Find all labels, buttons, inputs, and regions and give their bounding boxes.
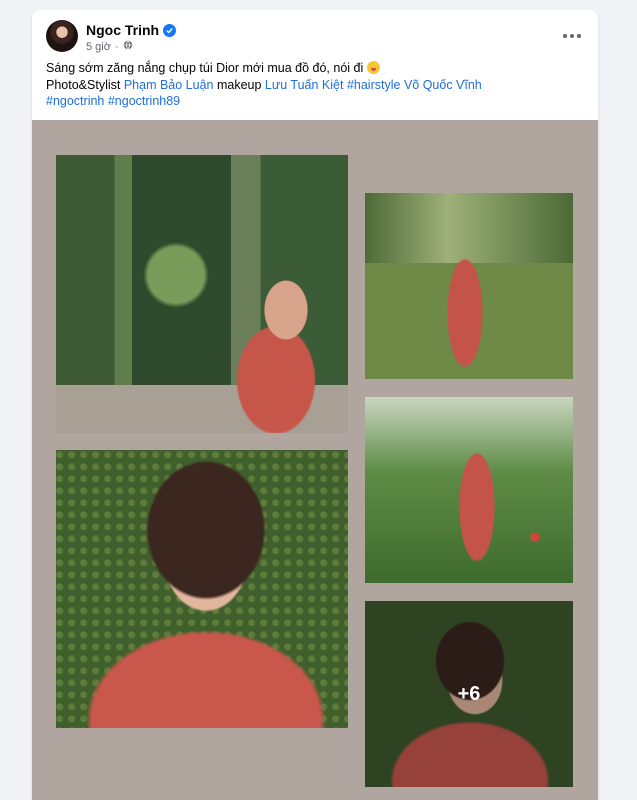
photo-gallery: +6 bbox=[32, 120, 598, 800]
post-time[interactable]: 5 giờ bbox=[86, 41, 111, 53]
makeup-credit-link[interactable]: Lưu Tuấn Kiệt bbox=[265, 78, 344, 92]
more-photos-count[interactable]: +6 bbox=[365, 601, 573, 787]
meta-separator: · bbox=[114, 40, 119, 53]
hashtag-hairstyle[interactable]: #hairstyle bbox=[347, 78, 401, 92]
photo-credit-link[interactable]: Phạm Bảo Luận bbox=[124, 78, 214, 92]
tongue-out-emoji bbox=[366, 61, 380, 74]
author-row: Ngoc Trinh bbox=[86, 22, 177, 38]
post-caption: Sáng sớm zăng nắng chụp túi Dior mới mua… bbox=[46, 60, 586, 110]
post-header: Ngoc Trinh 5 giờ · Sáng sớm zăng nắng ch… bbox=[32, 10, 598, 120]
author-name[interactable]: Ngoc Trinh bbox=[86, 22, 159, 38]
caption-line-1: Sáng sớm zăng nắng chụp túi Dior mới mua… bbox=[46, 60, 586, 77]
photo-1[interactable] bbox=[56, 155, 348, 433]
photo-2[interactable] bbox=[365, 193, 573, 379]
caption-line-3: #ngoctrinh #ngoctrinh89 bbox=[46, 93, 586, 110]
author-avatar[interactable] bbox=[46, 20, 78, 52]
hashtag-ngoctrinh89[interactable]: #ngoctrinh89 bbox=[108, 94, 180, 108]
more-options-icon[interactable] bbox=[558, 24, 586, 48]
globe-icon[interactable] bbox=[123, 40, 133, 53]
hashtag-ngoctrinh[interactable]: #ngoctrinh bbox=[46, 94, 104, 108]
post-card: Ngoc Trinh 5 giờ · Sáng sớm zăng nắng ch… bbox=[32, 10, 598, 800]
hairstyle-credit-link[interactable]: Võ Quốc Vĩnh bbox=[404, 78, 482, 92]
photo-3[interactable] bbox=[56, 450, 348, 728]
caption-line-2: Photo&Stylist Phạm Bảo Luận makeup Lưu T… bbox=[46, 77, 482, 92]
photo-4[interactable] bbox=[365, 397, 573, 583]
photo-5[interactable]: +6 bbox=[365, 601, 573, 787]
post-meta: 5 giờ · bbox=[86, 40, 133, 53]
verified-badge-icon bbox=[163, 23, 177, 37]
